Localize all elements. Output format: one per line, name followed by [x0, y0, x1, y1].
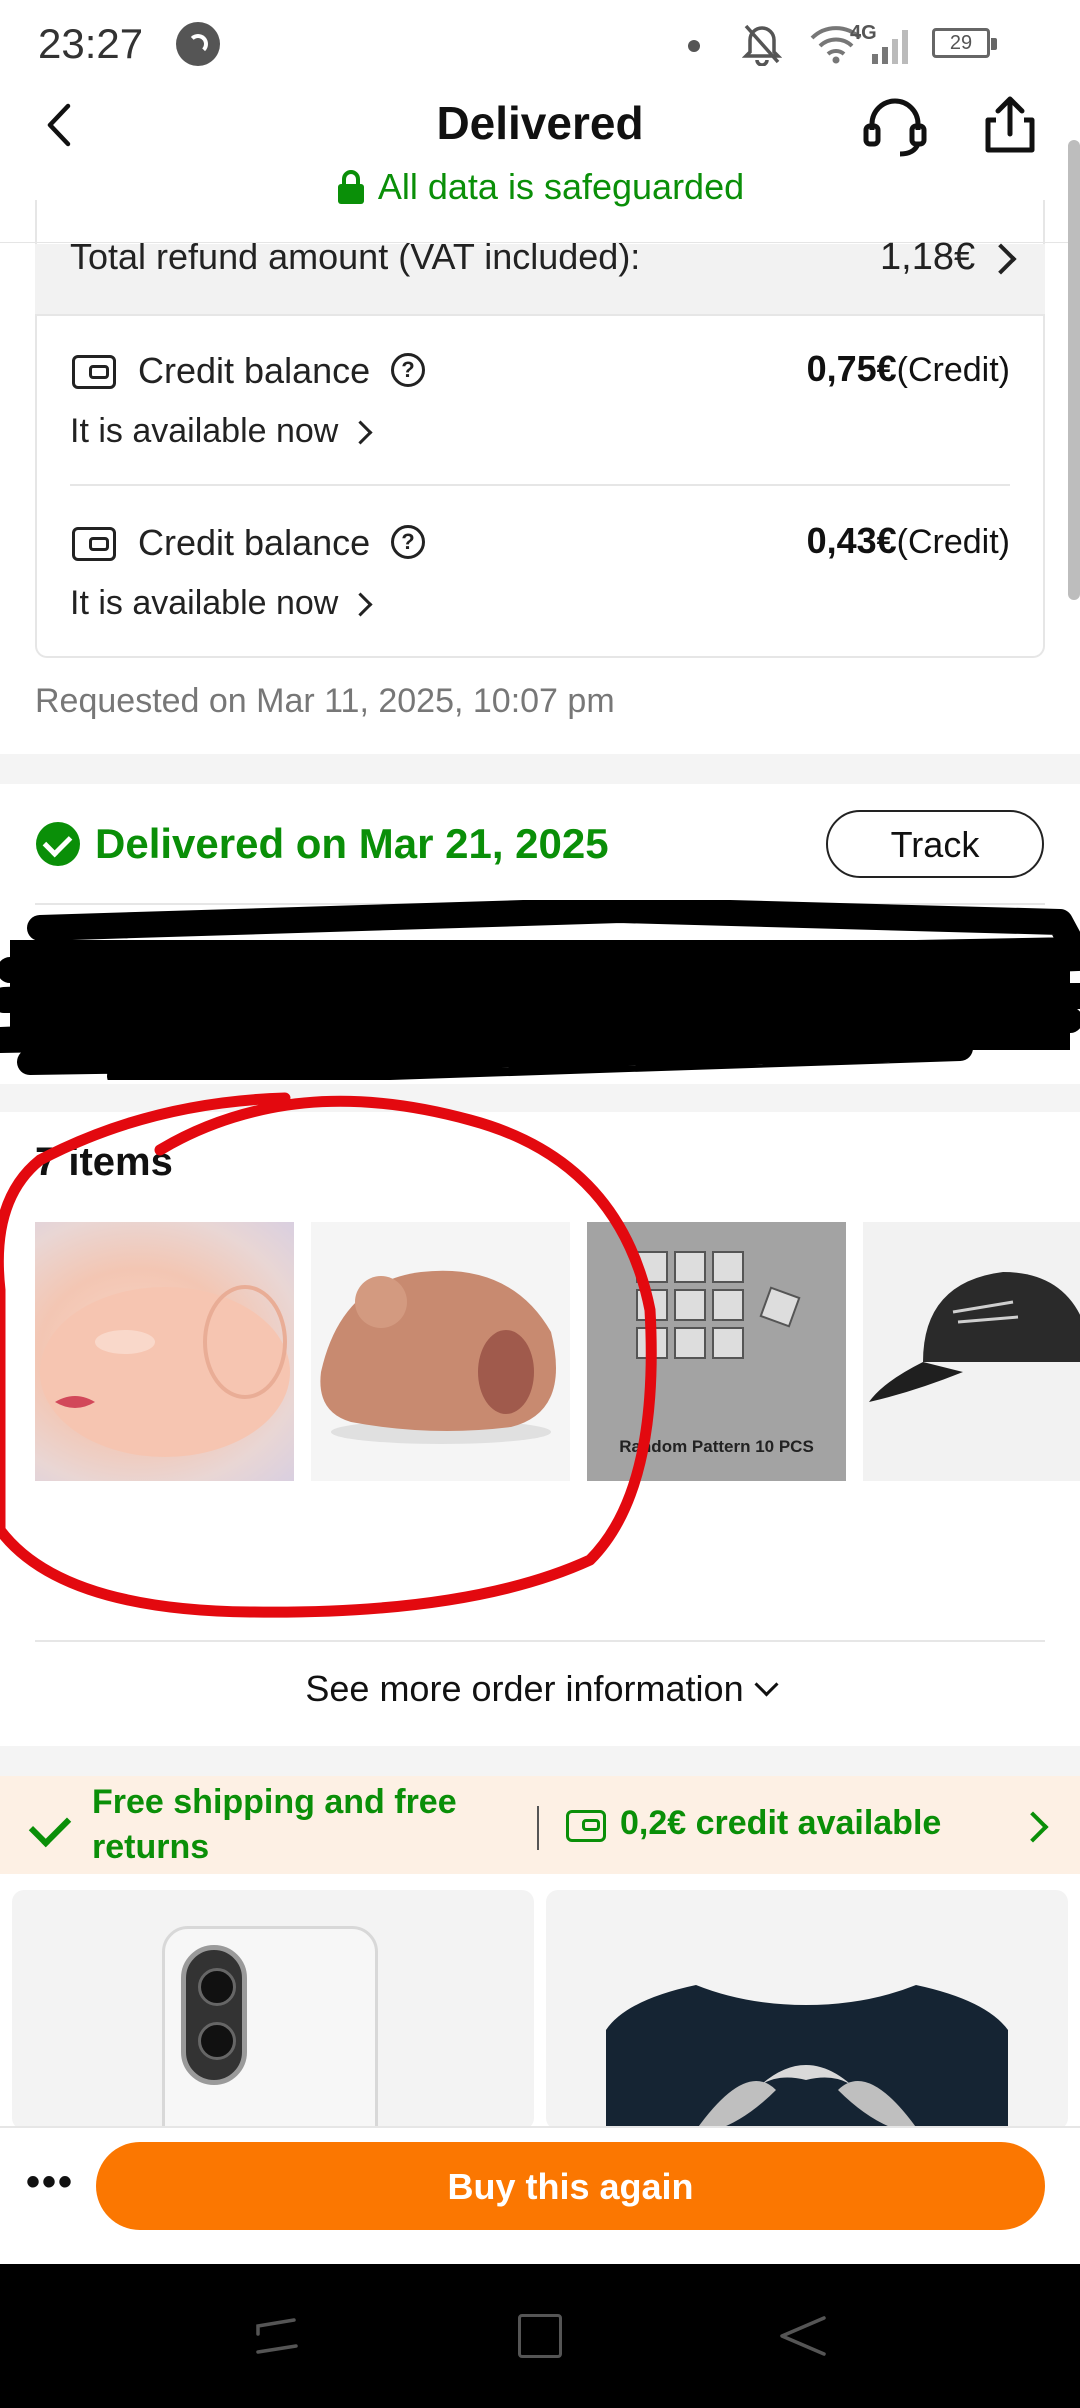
- wallet-icon: [72, 355, 116, 389]
- divider: [70, 484, 1010, 486]
- divider: [35, 1640, 1045, 1642]
- credit-balance-label: Credit balance: [138, 522, 371, 563]
- camera-module: [181, 1945, 247, 2085]
- item-thumbnail[interactable]: [863, 1222, 1080, 1481]
- wallet-icon: [72, 527, 116, 561]
- check-circle-icon: [36, 822, 80, 866]
- section-divider: [0, 754, 1080, 784]
- delivery-status: Delivered on Mar 21, 2025: [95, 820, 609, 867]
- help-icon[interactable]: ?: [391, 525, 425, 559]
- tshirt-product-image: [606, 1985, 1008, 2130]
- scrollbar[interactable]: [1068, 140, 1080, 600]
- recommended-product-card[interactable]: [546, 1890, 1068, 2130]
- credit-availability-link[interactable]: It is available now: [70, 412, 338, 451]
- redaction-scribble: [0, 900, 1080, 1080]
- muted-bell-icon: [742, 24, 782, 66]
- credit-amount: 0,43€: [806, 520, 897, 561]
- refund-total-label: Total refund amount (VAT included):: [70, 236, 641, 277]
- credit-available-text: 0,2€ credit available: [620, 1804, 942, 1842]
- buy-again-button[interactable]: Buy this again: [96, 2142, 1045, 2230]
- battery-icon: 29: [932, 28, 997, 58]
- credit-amount-row: 0,43€(Credit): [792, 520, 1010, 562]
- share-button[interactable]: [982, 94, 1038, 156]
- product-image: [869, 1272, 1080, 1402]
- see-more-label: See more order information: [305, 1668, 744, 1709]
- status-bar: 23:27 4G 29: [0, 0, 1080, 90]
- credit-amount: 0,75€: [806, 348, 897, 389]
- credit-suffix: (Credit): [896, 523, 1010, 561]
- refund-requested-date: Requested on Mar 11, 2025, 10:07 pm: [35, 682, 615, 720]
- help-icon[interactable]: ?: [391, 353, 425, 387]
- divider: [537, 1806, 539, 1850]
- back-nav-icon[interactable]: [774, 2312, 828, 2360]
- free-shipping-text: Free shipping and free returns: [92, 1783, 457, 1866]
- customer-support-button[interactable]: [862, 96, 928, 158]
- more-options-icon[interactable]: •••: [26, 2162, 76, 2212]
- see-more-order-info-button[interactable]: See more order information: [0, 1668, 1080, 1710]
- credit-amount-row: 0,75€(Credit): [792, 348, 1010, 390]
- refund-total-value: 1,18€: [880, 236, 976, 278]
- home-icon[interactable]: [518, 2314, 562, 2358]
- credit-suffix: (Credit): [896, 351, 1010, 389]
- track-button[interactable]: Track: [826, 810, 1044, 878]
- chevron-down-icon: [754, 1672, 779, 1697]
- section-divider: [0, 1746, 1080, 1776]
- credit-balance-label: Credit balance: [138, 350, 371, 391]
- status-time: 23:27: [38, 20, 144, 67]
- recent-apps-icon[interactable]: [254, 2316, 300, 2356]
- red-circle-annotation: [0, 1092, 657, 1618]
- recommended-product-card[interactable]: [12, 1890, 534, 2130]
- credit-availability-link[interactable]: It is available now: [70, 584, 338, 623]
- signal-icon: [872, 30, 908, 64]
- phone-product-image: [162, 1926, 378, 2130]
- wallet-icon: [566, 1810, 606, 1842]
- notification-dot-icon: [688, 40, 700, 52]
- notification-app-icon: [176, 22, 220, 66]
